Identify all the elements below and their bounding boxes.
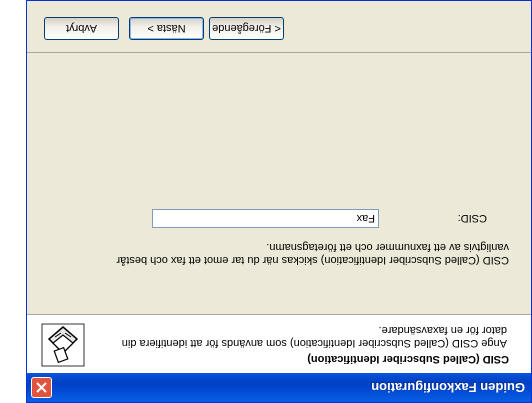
csid-description: CSID (Called Subscriber Identification) … bbox=[116, 241, 509, 266]
wizard-footer: < Föregående Nästa > Avbryt bbox=[27, 0, 531, 53]
csid-input[interactable] bbox=[152, 209, 379, 228]
title-bar[interactable]: Guiden Faxkonfiguration bbox=[27, 373, 531, 402]
screen-rotated: Guiden Faxkonfiguration CSID (Called Sub… bbox=[0, 0, 532, 403]
wizard-window: Guiden Faxkonfiguration CSID (Called Sub… bbox=[26, 0, 532, 403]
desktop-strip bbox=[0, 0, 26, 403]
close-icon bbox=[36, 382, 47, 393]
window-title: Guiden Faxkonfiguration bbox=[371, 380, 525, 395]
wizard-body: CSID (Called Subscriber Identification) … bbox=[27, 54, 531, 314]
csid-label: CSID: bbox=[457, 212, 487, 224]
fax-wizard-icon bbox=[41, 323, 85, 367]
close-button[interactable] bbox=[31, 377, 52, 398]
header-title: CSID (Called Subscriber Identification) bbox=[307, 353, 509, 365]
next-button[interactable]: Nästa > bbox=[129, 17, 204, 40]
cancel-button[interactable]: Avbryt bbox=[44, 17, 119, 40]
back-button[interactable]: < Föregående bbox=[209, 17, 284, 40]
wizard-header: CSID (Called Subscriber Identification) … bbox=[27, 314, 531, 373]
header-description: Ange CSID (Called Subscriber Identificat… bbox=[121, 324, 507, 349]
